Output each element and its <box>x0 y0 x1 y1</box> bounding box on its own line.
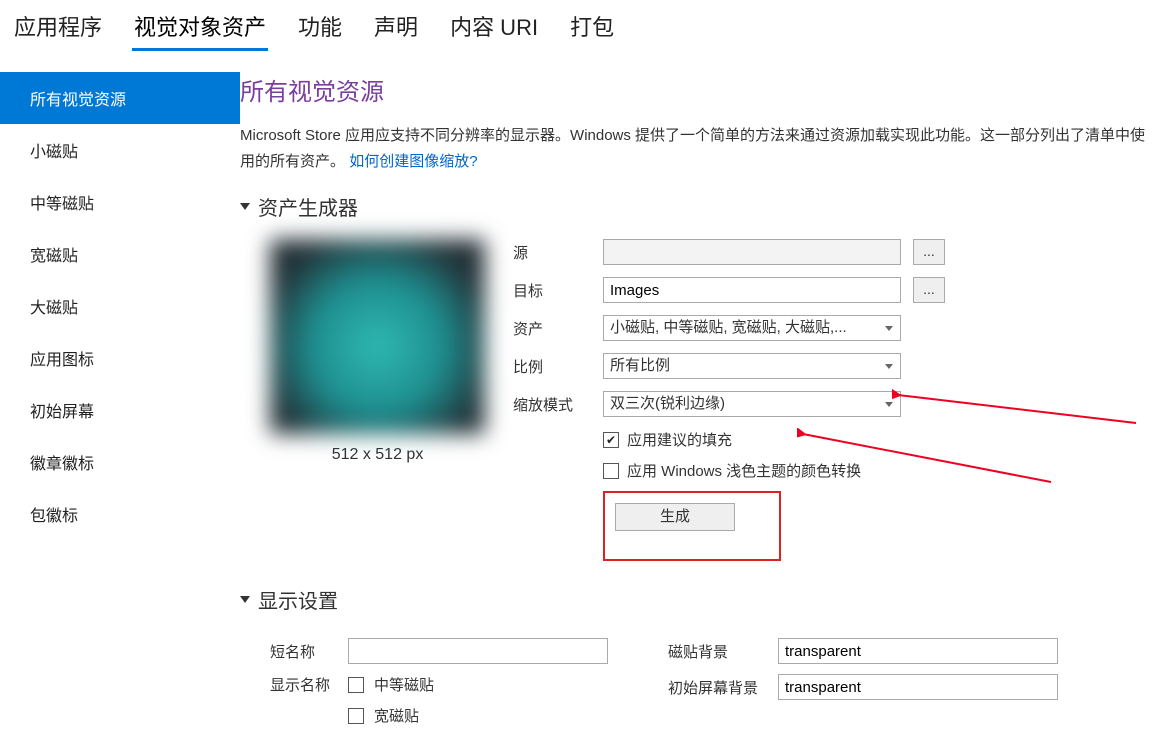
source-browse-button[interactable]: ... <box>913 239 945 265</box>
mode-select[interactable]: 双三次(锐利边缘) <box>603 391 901 417</box>
sidebar-item-app-icon[interactable]: 应用图标 <box>0 332 240 384</box>
sidebar-item-large-tile[interactable]: 大磁贴 <box>0 280 240 332</box>
source-label: 源 <box>513 242 591 263</box>
scaling-help-link[interactable]: 如何创建图像缩放? <box>349 153 477 170</box>
tab-visual-assets[interactable]: 视觉对象资产 <box>132 8 268 51</box>
page-description: Microsoft Store 应用应支持不同分辨率的显示器。Windows 提… <box>240 123 1156 174</box>
splash-bg-label: 初始屏幕背景 <box>668 677 768 698</box>
target-label: 目标 <box>513 280 591 301</box>
source-image-preview <box>270 239 485 434</box>
asset-generator-expander[interactable]: 资产生成器 <box>240 192 1156 221</box>
scale-select[interactable]: 所有比例 <box>603 353 901 379</box>
mode-label: 缩放模式 <box>513 394 591 415</box>
tab-capabilities[interactable]: 功能 <box>296 8 344 51</box>
sidebar-item-medium-tile[interactable]: 中等磁贴 <box>0 176 240 228</box>
tab-declarations[interactable]: 声明 <box>372 8 420 51</box>
padding-checkbox[interactable] <box>603 432 619 448</box>
sidebar-item-badge[interactable]: 徽章徽标 <box>0 436 240 488</box>
show-wide-label: 宽磁贴 <box>374 705 419 726</box>
show-medium-checkbox[interactable] <box>348 677 364 693</box>
show-name-label: 显示名称 <box>270 674 338 695</box>
assets-label: 资产 <box>513 318 591 339</box>
sidebar-item-small-tile[interactable]: 小磁贴 <box>0 124 240 176</box>
sidebar-item-splash[interactable]: 初始屏幕 <box>0 384 240 436</box>
source-image-size: 512 x 512 px <box>270 446 485 464</box>
target-browse-button[interactable]: ... <box>913 277 945 303</box>
tile-bg-label: 磁贴背景 <box>668 641 768 662</box>
chevron-down-icon <box>240 596 250 603</box>
sidebar-item-all[interactable]: 所有视觉资源 <box>0 72 240 124</box>
short-name-label: 短名称 <box>270 641 338 662</box>
show-wide-checkbox[interactable] <box>348 708 364 724</box>
generate-button[interactable]: 生成 <box>615 503 735 531</box>
assets-select[interactable]: 小磁贴, 中等磁贴, 宽磁贴, 大磁贴,... <box>603 315 901 341</box>
sidebar-item-package-logo[interactable]: 包徽标 <box>0 488 240 540</box>
scale-label: 比例 <box>513 356 591 377</box>
sidebar-item-wide-tile[interactable]: 宽磁贴 <box>0 228 240 280</box>
padding-checkbox-label: 应用建议的填充 <box>627 429 732 450</box>
page-title: 所有视觉资源 <box>240 72 1156 107</box>
light-theme-checkbox[interactable] <box>603 463 619 479</box>
generate-highlight-box: 生成 <box>603 491 781 561</box>
light-theme-checkbox-label: 应用 Windows 浅色主题的颜色转换 <box>627 460 861 481</box>
display-settings-expander[interactable]: 显示设置 <box>240 585 1156 614</box>
show-medium-label: 中等磁贴 <box>374 674 434 695</box>
source-input[interactable] <box>603 239 901 265</box>
display-settings-header: 显示设置 <box>258 585 338 614</box>
target-input[interactable] <box>603 277 901 303</box>
sidebar: 所有视觉资源 小磁贴 中等磁贴 宽磁贴 大磁贴 应用图标 初始屏幕 徽章徽标 包… <box>0 52 240 736</box>
tab-content-uri[interactable]: 内容 URI <box>448 8 540 51</box>
asset-generator-header: 资产生成器 <box>258 192 358 221</box>
tile-bg-input[interactable] <box>778 638 1058 664</box>
chevron-down-icon <box>240 203 250 210</box>
short-name-input[interactable] <box>348 638 608 664</box>
splash-bg-input[interactable] <box>778 674 1058 700</box>
main-panel: 所有视觉资源 Microsoft Store 应用应支持不同分辨率的显示器。Wi… <box>240 52 1168 736</box>
tab-application[interactable]: 应用程序 <box>12 8 104 51</box>
tab-packaging[interactable]: 打包 <box>568 8 616 51</box>
manifest-tabs: 应用程序 视觉对象资产 功能 声明 内容 URI 打包 <box>0 0 1168 52</box>
